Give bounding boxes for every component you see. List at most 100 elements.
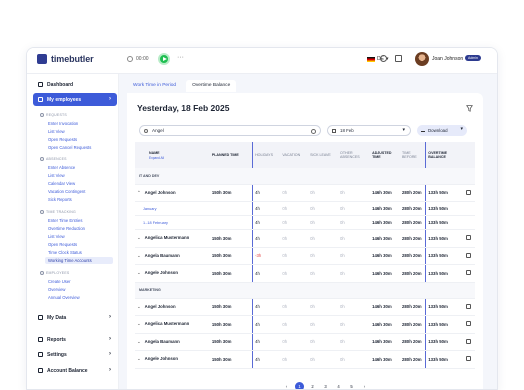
row-actions xyxy=(464,184,475,202)
chevron-down-icon[interactable]: ⌄ xyxy=(137,270,141,276)
page-1[interactable]: 1 xyxy=(295,382,304,389)
link-annual-overview[interactable]: Annual Overview xyxy=(48,295,80,300)
link-calendar-view[interactable]: Calendar View xyxy=(48,181,75,186)
employee-name-cell[interactable]: ⌄ Angel Johnson xyxy=(135,298,210,316)
delete-icon[interactable] xyxy=(466,303,472,309)
planned-time: 150h 30m xyxy=(209,247,253,265)
clear-icon[interactable] xyxy=(311,128,316,134)
tab-work-time-in-period[interactable]: Work Time in Period xyxy=(127,80,182,92)
chevron-down-icon[interactable]: ⌄ xyxy=(137,304,141,310)
sidebar-item-my-employees[interactable]: My employees › xyxy=(33,93,117,106)
section-title: Time Tracking xyxy=(46,210,76,214)
search-input[interactable]: Angel xyxy=(139,125,321,136)
link-time-open-requests[interactable]: Open Requests xyxy=(48,242,77,247)
employee-name-cell[interactable]: ⌄ Angela Baumann xyxy=(135,333,210,351)
time-before: 280h 20m xyxy=(400,184,426,202)
date-select[interactable]: 18 Feb ▾ xyxy=(327,125,411,136)
table-row[interactable]: ⌄ Angela Baumann 150h 30m 4h 0h 0h 0h 146h 30m 2… xyxy=(135,333,475,351)
sick-value: 0h xyxy=(308,229,339,248)
employee-name-cell[interactable]: ⌄ Angelica Mustermann xyxy=(135,315,210,334)
link-time-list-view[interactable]: List View xyxy=(48,234,65,239)
page-4[interactable]: 4 xyxy=(334,382,343,389)
notifications-icon[interactable] xyxy=(395,55,402,62)
brand-logo[interactable]: timebutler xyxy=(37,54,94,64)
link-overview[interactable]: Overview xyxy=(48,287,65,292)
link-sick-reports[interactable]: Sick Reports xyxy=(48,197,72,202)
delete-icon[interactable] xyxy=(466,189,472,195)
overtime-balance: 133h 50m xyxy=(425,201,465,216)
row-actions xyxy=(464,333,475,351)
adjusted-time: 146h 30m xyxy=(370,333,401,351)
sick-value: 0h xyxy=(308,350,339,369)
chevron-down-icon[interactable]: ⌄ xyxy=(137,321,141,327)
employee-name-cell[interactable]: ⌄ Angele Johnson xyxy=(135,350,210,369)
delete-icon[interactable] xyxy=(466,321,472,327)
employee-name-cell[interactable]: ⌄ Angele Johnson xyxy=(135,264,210,283)
sidebar-item-account-balance[interactable]: Account Balance › xyxy=(33,364,117,377)
link-vacation-contingent[interactable]: Vacation Contingent xyxy=(48,189,85,194)
employee-name-cell[interactable]: ⌄ Angela Baumann xyxy=(135,247,210,265)
employee-name-cell[interactable]: ⌃ Angel Johnson xyxy=(135,184,210,202)
page-2[interactable]: 2 xyxy=(308,382,317,389)
delete-icon[interactable] xyxy=(466,270,472,276)
link-working-time-accounts[interactable]: Working Time Accounts xyxy=(45,257,113,264)
adjusted-time: 146h 30m xyxy=(370,215,401,230)
column-vacation: VACATION xyxy=(282,153,301,157)
employee-name-cell[interactable]: ⌄ Angelica Mustermann xyxy=(135,229,210,248)
delete-icon[interactable] xyxy=(466,338,472,344)
planned-time: 150h 30m xyxy=(209,229,253,248)
help-icon[interactable] xyxy=(380,55,387,62)
link-time-clock-status[interactable]: Time Clock Status xyxy=(48,250,82,255)
vacation-value: 0h xyxy=(280,215,309,230)
link-enter-absence[interactable]: Enter Absence xyxy=(48,165,75,170)
sidebar-item-settings[interactable]: Settings › xyxy=(33,348,117,361)
sidebar-item-reports[interactable]: Reports › xyxy=(33,333,117,346)
start-timer-button[interactable] xyxy=(158,53,170,65)
filter-icon[interactable] xyxy=(466,105,473,112)
user-name[interactable]: Joan Johnson xyxy=(432,56,463,62)
download-label: Download xyxy=(428,128,448,133)
download-button[interactable]: Download ▾ xyxy=(417,125,467,136)
chevron-down-icon[interactable]: ⌄ xyxy=(137,253,141,259)
sidebar-item-label: Dashboard xyxy=(47,81,74,88)
table-row[interactable]: ⌄ Angele Johnson 150h 30m 4h 0h 0h 0h 146h 30m 2… xyxy=(135,350,475,369)
overtime-balance: 133h 50m xyxy=(425,264,465,283)
delete-icon[interactable] xyxy=(466,356,472,362)
table-row[interactable]: ⌄ Angelica Mustermann 150h 30m 4h 0h 0h 0h 146h… xyxy=(135,315,475,334)
expand-all-link[interactable]: Expand All xyxy=(149,156,208,160)
link-overtime-reduction[interactable]: Overtime Reduction xyxy=(48,226,85,231)
sidebar-item-my-data[interactable]: My Data › xyxy=(33,311,117,324)
link-enter-time-entries[interactable]: Enter Time Entries xyxy=(48,218,82,223)
page-5[interactable]: 5 xyxy=(347,382,356,389)
table-row[interactable]: ⌄ Angelica Mustermann 150h 30m 4h 0h 0h 0h 146h… xyxy=(135,229,475,248)
link-list-view[interactable]: List View xyxy=(48,129,65,134)
chevron-up-icon[interactable]: ⌃ xyxy=(137,190,141,196)
link-open-requests[interactable]: Open Requests xyxy=(48,137,77,142)
link-create-user[interactable]: Create User xyxy=(48,279,71,284)
link-open-cancel-requests[interactable]: Open Cancel Requests xyxy=(48,145,91,150)
avatar[interactable] xyxy=(415,52,429,66)
sidebar-item-dashboard[interactable]: Dashboard xyxy=(33,78,117,91)
chevron-down-icon[interactable]: ⌄ xyxy=(137,235,141,241)
link-enter-invocation[interactable]: Enter Invocation xyxy=(48,121,78,126)
prev-page-button[interactable]: ‹ xyxy=(282,382,291,389)
next-page-button[interactable]: › xyxy=(360,382,369,389)
logo-icon xyxy=(37,54,47,64)
vacation-value: 0h xyxy=(280,264,309,283)
table-row[interactable]: ⌄ Angel Johnson 150h 30m 4h 0h 0h 0h 146h 30m 28… xyxy=(135,298,475,316)
people-icon xyxy=(38,97,43,102)
tab-overtime-balance[interactable]: Overtime Balance xyxy=(186,80,237,92)
more-options-button[interactable]: ··· xyxy=(177,54,184,61)
table-row[interactable]: ⌃ Angel Johnson 150h 30m 4h 0h 0h 0h 146h 30m 28… xyxy=(135,184,475,202)
table-row[interactable]: ⌄ Angela Baumann 150h 30m -3h 0h 0h 0h 146h 30m… xyxy=(135,247,475,265)
chevron-down-icon[interactable]: ⌄ xyxy=(137,356,141,362)
link-absence-list-view[interactable]: List View xyxy=(48,173,65,178)
planned-time: 150h 30m xyxy=(209,333,253,351)
holidays-value: 4h xyxy=(252,215,281,230)
delete-icon[interactable] xyxy=(466,252,472,258)
main-content: Work Time in Period Overtime Balance Yes… xyxy=(119,74,497,389)
chevron-down-icon[interactable]: ⌄ xyxy=(137,339,141,345)
table-row[interactable]: ⌄ Angele Johnson 150h 30m 4h 0h 0h 0h 146h 30m 2… xyxy=(135,264,475,283)
delete-icon[interactable] xyxy=(466,235,472,241)
page-3[interactable]: 3 xyxy=(321,382,330,389)
